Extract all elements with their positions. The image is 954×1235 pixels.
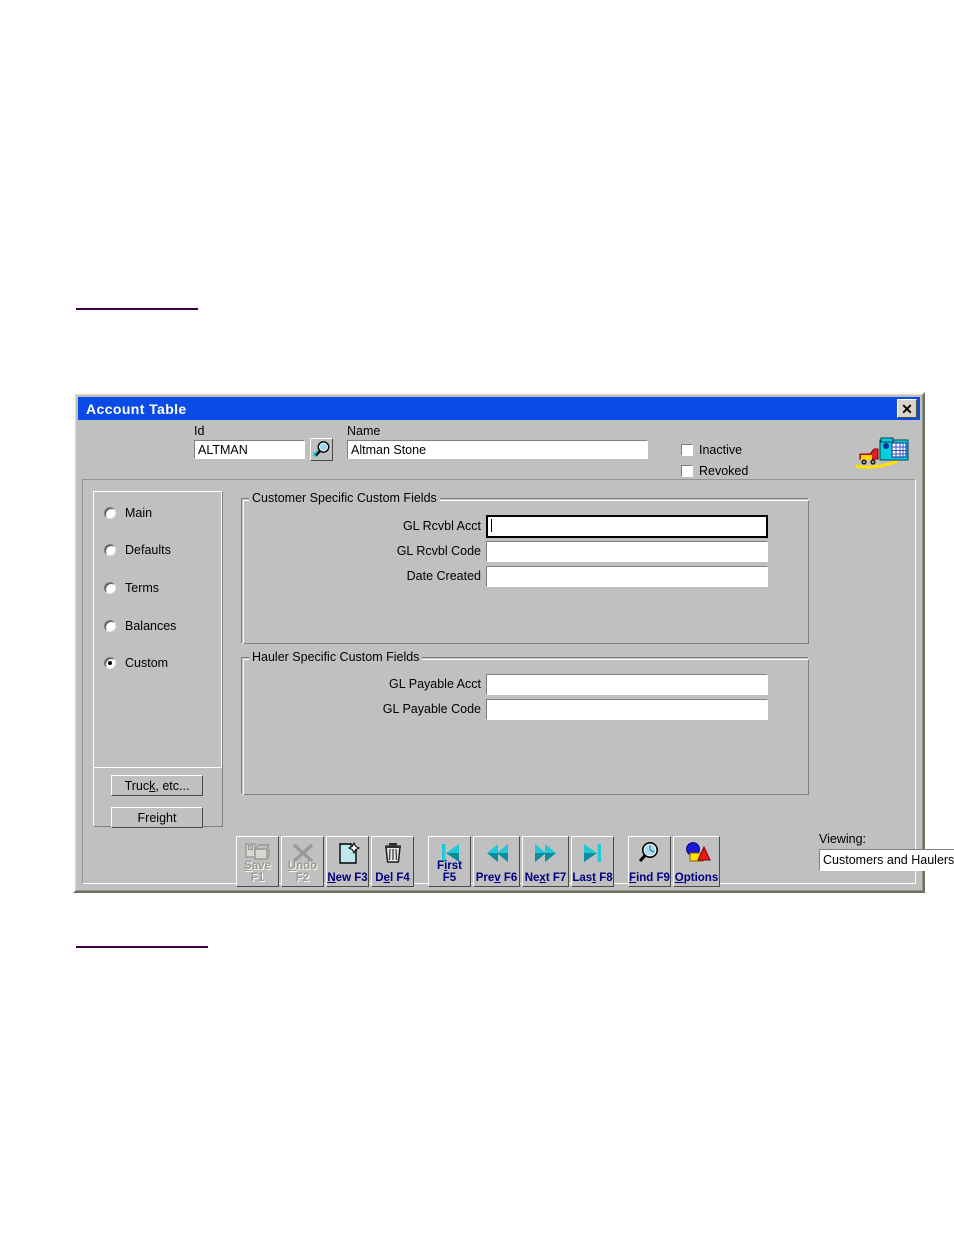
id-label: Id	[194, 424, 205, 438]
customer-group-title: Customer Specific Custom Fields	[249, 491, 440, 505]
previous-record-icon	[486, 844, 508, 862]
radio-terms-label: Terms	[125, 581, 160, 595]
revoked-checkbox-label: Revoked	[699, 464, 749, 478]
trash-can-icon	[384, 843, 401, 863]
inactive-checkbox-label: Inactive	[699, 443, 743, 457]
text-caret	[491, 519, 492, 532]
title-bar: Account Table ✕	[78, 397, 920, 420]
record-toolbar: Save F1 Undo F2 New F3 Del F4 First F5 P…	[236, 836, 809, 888]
record-header: Id ALTMAN Name Altman Stone Inactive Rev…	[80, 422, 918, 478]
next-record-icon	[534, 844, 556, 862]
customer-custom-fields-group: Customer Specific Custom Fields GL Rcvbl…	[241, 491, 809, 644]
delete-button-label: Del F4	[375, 872, 410, 884]
body-panel: Main Defaults Terms Balances Custom Truc…	[82, 479, 954, 887]
top-link-rule	[76, 308, 198, 310]
window-title: Account Table	[86, 400, 187, 417]
section-radio-group: Main Defaults Terms Balances Custom	[94, 492, 222, 768]
trucks-etc-label-post: , etc...	[155, 778, 190, 793]
magnifier-icon	[638, 842, 658, 863]
viewing-area: Viewing: Customers and Haulers	[819, 832, 954, 888]
truck-and-building-icon	[855, 437, 909, 469]
viewing-combobox[interactable]: Customers and Haulers	[819, 849, 954, 871]
name-label: Name	[347, 424, 381, 438]
freight-button[interactable]: Frei g ht	[111, 807, 203, 828]
radio-balances-label: Balances	[125, 619, 177, 633]
gl-payable-code-label: GL Payable Code	[382, 702, 481, 716]
freight-label-pre: Frei	[137, 810, 160, 825]
previous-button[interactable]: Prev F6	[473, 836, 520, 887]
nav-panel: Main Defaults Terms Balances Custom Truc…	[93, 491, 223, 828]
first-button[interactable]: First F5	[428, 836, 471, 887]
inactive-checkbox[interactable]: Inactive	[681, 443, 742, 457]
new-button-label: New F3	[327, 872, 368, 884]
gl-payable-acct-input[interactable]	[486, 674, 768, 695]
first-button-label: First F5	[437, 860, 462, 884]
freight-accel: g	[159, 810, 167, 825]
delete-button[interactable]: Del F4	[371, 836, 414, 887]
undo-button-label: Undo F2	[287, 860, 318, 884]
date-created-label: Date Created	[406, 569, 481, 583]
radio-custom[interactable]: Custom	[104, 656, 168, 670]
radio-terms-dot[interactable]	[104, 582, 116, 594]
radio-custom-dot[interactable]	[104, 657, 116, 669]
radio-main[interactable]: Main	[104, 506, 152, 520]
window-inner-frame: Account Table ✕ Id ALTMAN Name Altman St…	[75, 394, 954, 891]
inactive-checkbox-box[interactable]	[681, 444, 693, 456]
revoked-checkbox-box[interactable]	[681, 465, 693, 477]
hauler-custom-fields-group: Hauler Specific Custom Fields GL Payable…	[241, 650, 809, 795]
revoked-checkbox[interactable]: Revoked	[681, 464, 748, 478]
radio-defaults[interactable]: Defaults	[104, 543, 171, 557]
options-button-label: Options	[674, 872, 719, 884]
radio-defaults-label: Defaults	[125, 543, 171, 557]
gl-payable-acct-label: GL Payable Acct	[389, 677, 481, 691]
radio-balances[interactable]: Balances	[104, 619, 176, 633]
shapes-options-icon	[685, 842, 711, 862]
new-page-icon	[338, 841, 360, 864]
trucks-etc-label-pre: Truc	[124, 778, 150, 793]
save-button[interactable]: Save F1	[236, 836, 279, 887]
id-input[interactable]: ALTMAN	[194, 440, 305, 459]
gl-rcvbl-code-input[interactable]	[486, 541, 768, 562]
last-record-icon	[583, 844, 601, 862]
last-button-label: Last F8	[572, 872, 613, 884]
magnifier-icon	[312, 441, 330, 458]
options-button[interactable]: Options	[673, 836, 720, 887]
freight-label-post: ht	[166, 810, 177, 825]
radio-balances-dot[interactable]	[104, 620, 116, 632]
trucks-etc-button[interactable]: Truc k, etc...	[111, 775, 203, 796]
viewing-selected-value: Customers and Haulers	[823, 853, 954, 867]
bottom-link-rule	[76, 946, 208, 948]
find-button-label: Find F9	[629, 872, 670, 884]
name-input[interactable]: Altman Stone	[347, 440, 648, 459]
previous-button-label: Prev F6	[475, 872, 518, 884]
find-button[interactable]: Find F9	[628, 836, 671, 887]
radio-defaults-dot[interactable]	[104, 544, 116, 556]
radio-custom-label: Custom	[125, 656, 169, 670]
next-button[interactable]: Next F7	[522, 836, 569, 887]
next-button-label: Next F7	[524, 872, 567, 884]
viewing-label: Viewing:	[819, 832, 867, 846]
radio-main-dot[interactable]	[104, 507, 116, 519]
save-button-label: Save F1	[244, 860, 271, 884]
last-button[interactable]: Last F8	[571, 836, 614, 887]
gl-payable-code-input[interactable]	[486, 699, 768, 720]
account-table-window: Account Table ✕ Id ALTMAN Name Altman St…	[73, 392, 954, 893]
close-button[interactable]: ✕	[897, 399, 917, 418]
gl-rcvbl-acct-input[interactable]	[486, 515, 768, 538]
new-button[interactable]: New F3	[326, 836, 369, 887]
gl-rcvbl-code-label: GL Rcvbl Code	[396, 544, 481, 558]
radio-terms[interactable]: Terms	[104, 581, 159, 595]
radio-main-label: Main	[125, 506, 153, 520]
date-created-input[interactable]	[486, 566, 768, 587]
id-lookup-button[interactable]	[310, 438, 333, 461]
hauler-group-title: Hauler Specific Custom Fields	[249, 650, 423, 664]
undo-button[interactable]: Undo F2	[281, 836, 324, 887]
gl-rcvbl-acct-label: GL Rcvbl Acct	[402, 519, 481, 533]
